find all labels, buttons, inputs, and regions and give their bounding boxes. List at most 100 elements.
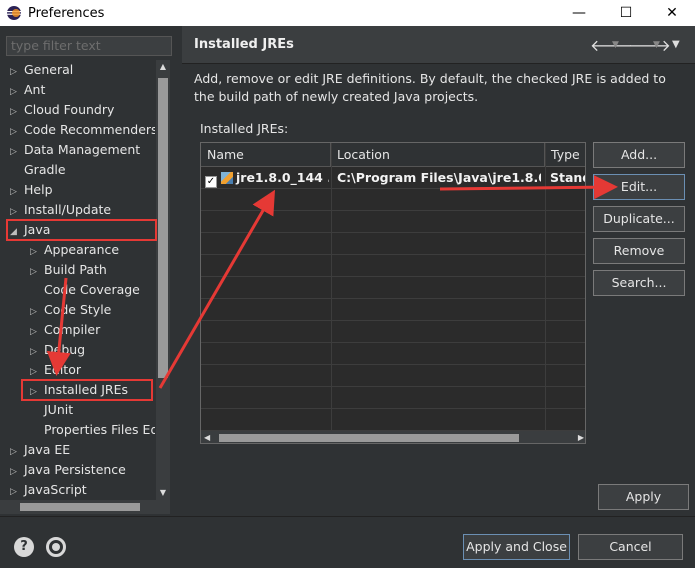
tree-item[interactable]: ◢ Java [10,220,50,240]
edit-button[interactable]: Edit... [593,174,685,200]
table-row[interactable] [201,299,585,321]
collapsed-arrow-icon[interactable]: ▷ [30,302,44,322]
table-row[interactable] [201,255,585,277]
apply-and-close-button[interactable]: Apply and Close [463,534,570,560]
maximize-button[interactable]: ☐ [603,0,649,26]
collapsed-arrow-icon[interactable]: ▷ [10,182,24,202]
tree-item-label: Gradle [24,162,66,177]
table-row[interactable] [201,343,585,365]
tree-item[interactable]: ▷ Java EE [10,440,70,460]
back-dropdown-icon[interactable]: ▼ [612,40,619,50]
collapsed-arrow-icon[interactable]: ▷ [10,202,24,222]
scrollbar-thumb[interactable] [158,78,168,378]
cancel-button[interactable]: Cancel [578,534,683,560]
close-window-button[interactable]: ✕ [649,0,695,26]
scrollbar-thumb[interactable] [219,434,519,442]
scroll-down-icon[interactable]: ▼ [156,486,170,500]
collapsed-arrow-icon[interactable]: ▷ [10,82,24,102]
tree-horizontal-scrollbar[interactable] [0,500,170,514]
table-row[interactable] [201,189,585,211]
scroll-right-icon[interactable]: ▶ [578,431,584,443]
table-row[interactable] [201,365,585,387]
collapsed-arrow-icon[interactable]: ▷ [30,262,44,282]
apply-button[interactable]: Apply [598,484,689,510]
table-row[interactable] [201,387,585,409]
search-button[interactable]: Search... [593,270,685,296]
tree-item[interactable]: ▷ Ant [10,80,45,100]
tree-item-label: General [24,62,74,77]
tree-item-label: JavaScript [24,482,87,497]
tree-item-label: Appearance [44,242,120,257]
collapsed-arrow-icon[interactable]: ▷ [30,342,44,362]
tree-item[interactable]: ▷ Code Recommenders [10,120,155,140]
collapsed-arrow-icon[interactable]: ▷ [10,102,24,122]
table-row[interactable] [201,233,585,255]
tree-item-label: Java [24,222,51,237]
add-button[interactable]: Add... [593,142,685,168]
collapsed-arrow-icon[interactable]: ▷ [30,362,44,382]
tree-item-label: Java EE [24,442,71,457]
column-location-header[interactable]: Location [331,143,545,167]
tree-item[interactable]: Properties Files Ed [30,420,155,440]
collapsed-arrow-icon[interactable]: ▷ [30,382,44,402]
tree-item[interactable]: ▷ Compiler [30,320,100,340]
help-icon[interactable]: ? [14,537,34,557]
minimize-button[interactable]: — [556,0,602,26]
tree-item-label: Ant [24,82,46,97]
duplicate-button[interactable]: Duplicate... [593,206,685,232]
maximize-icon: ☐ [619,5,633,21]
expanded-arrow-icon[interactable]: ◢ [10,222,24,242]
tree-item[interactable]: ▷ Build Path [30,260,107,280]
column-type-header[interactable]: Type [545,143,585,167]
page-header: Installed JREs 🡐 ▼ 🡒 ▼ ▼ [182,26,695,64]
tree-item[interactable]: ▷ Data Management [10,140,140,160]
tree-item-label: Cloud Foundry [24,102,115,117]
collapsed-arrow-icon[interactable]: ▷ [10,462,24,482]
remove-button[interactable]: Remove [593,238,685,264]
tree-item[interactable]: ▷ Code Style [30,300,111,320]
collapsed-arrow-icon[interactable]: ▷ [10,62,24,82]
forward-dropdown-icon[interactable]: ▼ [653,40,660,50]
tree-item-label: Properties Files Ed [44,422,155,437]
tree-item[interactable]: ▷ Installed JREs [30,380,128,400]
table-row[interactable]: ✓ jre1.8.0_144 ... C:\Program Files\Java\j… [201,167,585,189]
tree-vertical-scrollbar[interactable]: ▲ ▼ [156,60,170,500]
table-row[interactable] [201,409,585,431]
collapsed-arrow-icon[interactable]: ▷ [30,242,44,262]
collapsed-arrow-icon[interactable]: ▷ [10,482,24,500]
scrollbar-thumb[interactable] [20,503,140,511]
scroll-up-icon[interactable]: ▲ [156,60,170,74]
scroll-left-icon[interactable]: ◀ [204,431,210,443]
tree-item-label: Java Persistence [24,462,126,477]
tree-item[interactable]: JUnit [30,400,73,420]
tree-item[interactable]: ▷ Install/Update [10,200,111,220]
tree-item[interactable]: Gradle [10,160,66,180]
table-row[interactable] [201,211,585,233]
window-title: Preferences [28,5,105,21]
tree-item[interactable]: ▷ JavaScript [10,480,87,500]
tree-item[interactable]: Code Coverage [30,280,140,300]
forward-arrow-icon[interactable]: 🡒 [628,35,671,55]
tree-item[interactable]: ▷ General [10,60,73,80]
preferences-navigation: type filter text ▷ General ▷ Ant ▷ Cloud Foun… [0,26,175,516]
jre-name-cell[interactable]: ✓ jre1.8.0_144 ... [205,167,329,189]
default-jre-checkbox[interactable]: ✓ [205,176,217,188]
installed-jres-table[interactable]: Name Location Type ✓ jre1.8.0_144 ... C:\P… [200,142,586,444]
collapsed-arrow-icon[interactable]: ▷ [10,142,24,162]
collapsed-arrow-icon[interactable]: ▷ [10,122,24,142]
tree-item[interactable]: ▷ Debug [30,340,85,360]
table-horizontal-scrollbar[interactable]: ◀ ▶ [201,431,585,443]
tree-item[interactable]: ▷ Cloud Foundry [10,100,114,120]
table-row[interactable] [201,321,585,343]
tree-item[interactable]: ▷ Appearance [30,240,119,260]
tree-item[interactable]: ▷ Help [10,180,53,200]
tree-item[interactable]: ▷ Java Persistence [10,460,126,480]
tree-item[interactable]: ▷ Editor [30,360,81,380]
collapsed-arrow-icon[interactable]: ▷ [30,322,44,342]
view-menu-icon[interactable]: ▼ [672,39,680,50]
collapsed-arrow-icon[interactable]: ▷ [10,442,24,462]
import-preferences-icon[interactable] [46,537,66,557]
filter-input[interactable]: type filter text [6,36,172,56]
column-name-header[interactable]: Name [201,143,331,167]
table-row[interactable] [201,277,585,299]
